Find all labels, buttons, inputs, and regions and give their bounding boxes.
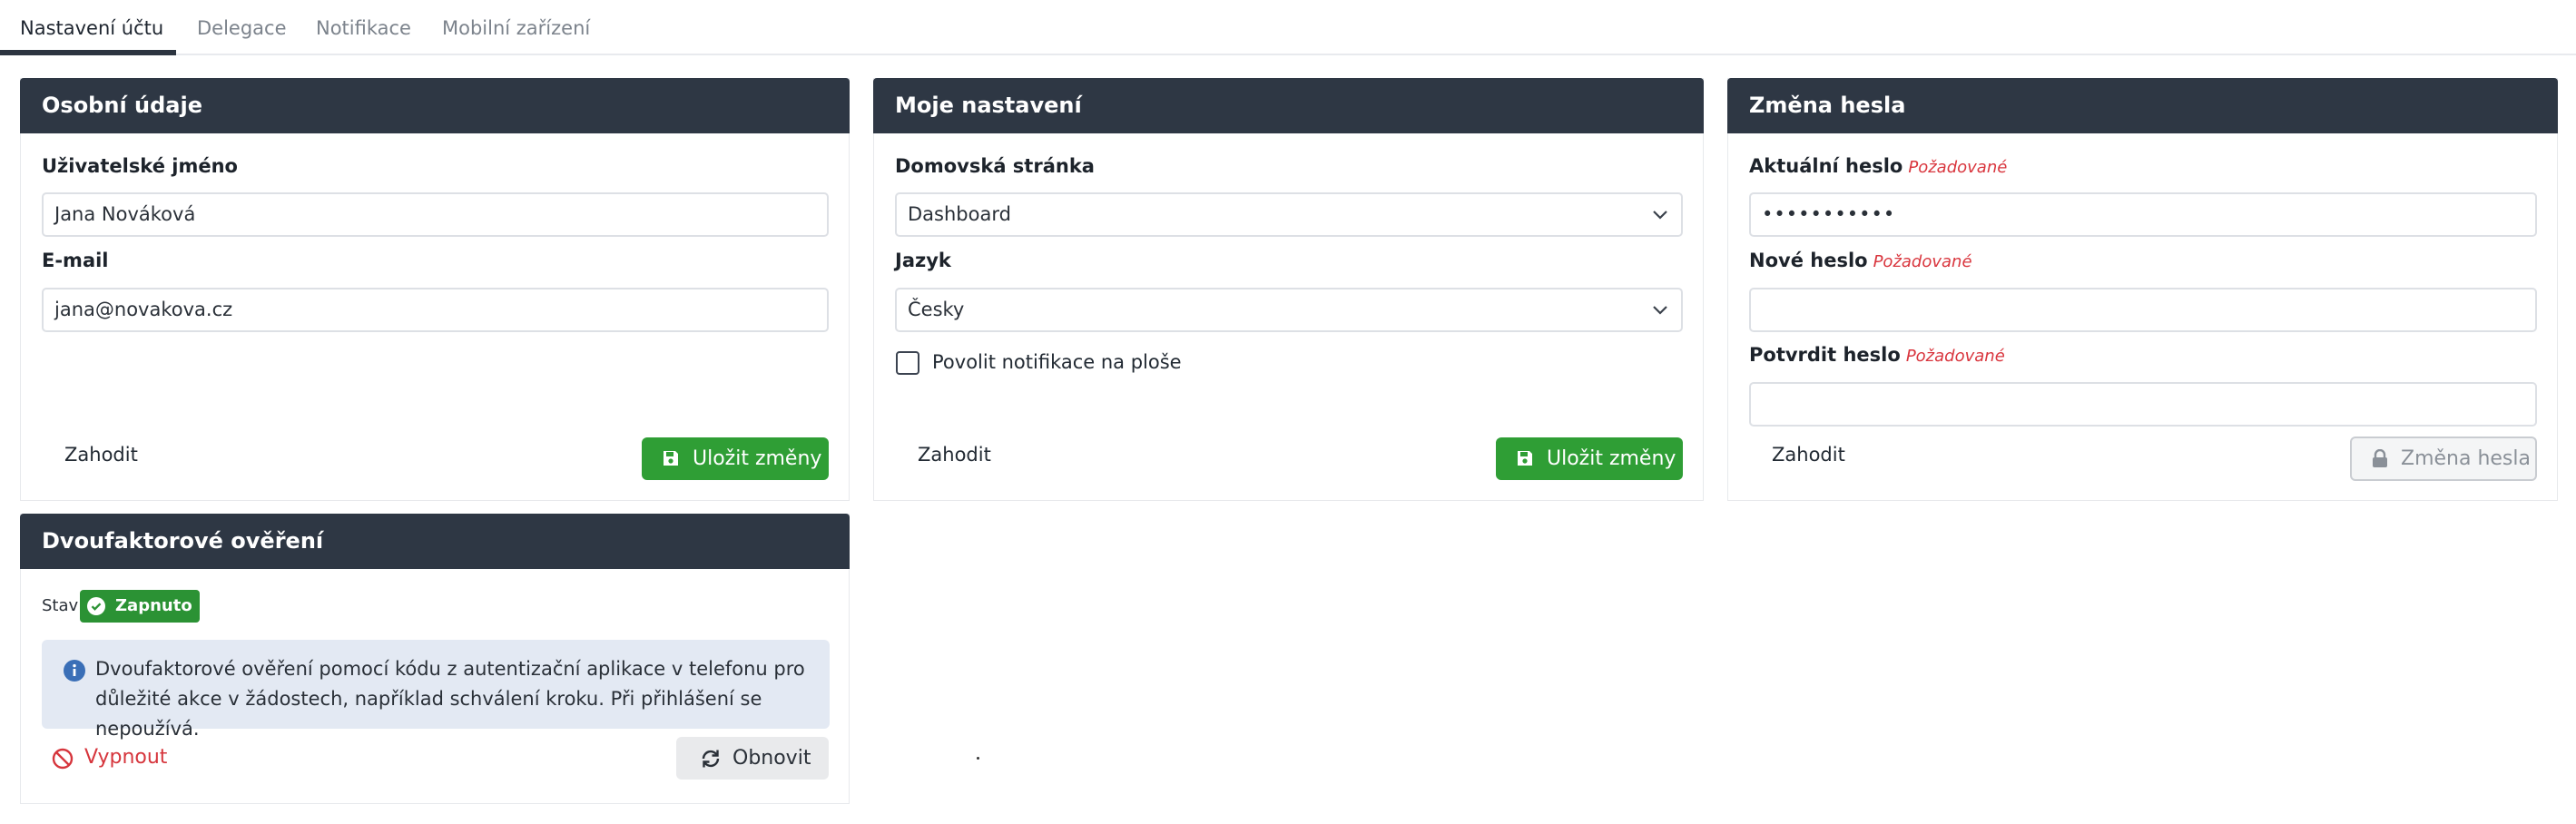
username-field[interactable]: Jana Nováková [42, 192, 829, 237]
change-password-button[interactable]: Změna hesla [2350, 437, 2537, 481]
info-text: Dvoufaktorové ověření pomocí kódu z aute… [95, 658, 805, 740]
current-password-label: Aktuální heslo Požadované [1749, 155, 2007, 177]
my-settings-title: Moje nastavení [873, 78, 1704, 133]
required-marker: Požadované [1873, 252, 1972, 271]
refresh-icon [702, 750, 720, 768]
save-icon [664, 451, 678, 466]
save-icon [1518, 451, 1532, 466]
stray-dot [977, 757, 979, 760]
email-label: E-mail [42, 250, 109, 271]
required-marker: Požadované [1905, 347, 2005, 366]
confirm-password-field[interactable] [1749, 382, 2537, 427]
status-badge-text: Zapnuto [115, 596, 192, 615]
settings-discard-button[interactable]: Zahodit [918, 444, 991, 466]
disable-two-factor-button[interactable]: Vypnout [52, 746, 168, 770]
refresh-button[interactable]: Obnovit [676, 737, 829, 780]
settings-save-label: Uložit změny [1547, 447, 1676, 470]
email-field[interactable]: jana@novakova.cz [42, 288, 829, 332]
personal-discard-button[interactable]: Zahodit [64, 444, 138, 466]
personal-info-card: Osobní údaje Uživatelské jméno Jana Nová… [20, 78, 850, 501]
chevron-down-icon [1653, 211, 1667, 220]
language-select[interactable]: Česky [895, 288, 1683, 332]
personal-save-label: Uložit změny [693, 447, 822, 470]
required-marker: Požadované [1908, 158, 2008, 177]
password-discard-button[interactable]: Zahodit [1772, 444, 1845, 466]
status-badge: Zapnuto [80, 590, 200, 623]
refresh-label: Obnovit [732, 747, 811, 770]
tab-bar: Nastavení účtu Delegace Notifikace Mobil… [0, 0, 2576, 55]
two-factor-card: Dvoufaktorové ověření Stav Zapnuto Dvouf… [20, 514, 850, 804]
tab-mobile-devices[interactable]: Mobilní zařízení [442, 0, 590, 55]
tab-account-settings[interactable]: Nastavení účtu [20, 0, 163, 55]
tab-delegation[interactable]: Delegace [197, 0, 287, 55]
new-password-label: Nové heslo Požadované [1749, 250, 1972, 271]
personal-save-button[interactable]: Uložit změny [642, 437, 829, 480]
tab-notifications[interactable]: Notifikace [316, 0, 411, 55]
active-tab-indicator [0, 50, 176, 55]
lock-icon [2373, 449, 2387, 467]
current-password-field[interactable]: ••••••••••• [1749, 192, 2537, 237]
ban-icon [52, 748, 74, 770]
check-circle-icon [87, 597, 105, 615]
change-password-title: Změna hesla [1727, 78, 2558, 133]
desktop-notifications-label: Povolit notifikace na ploše [932, 351, 1182, 373]
language-label: Jazyk [895, 250, 951, 271]
current-password-label-text: Aktuální heslo [1749, 155, 1903, 177]
homepage-select-value: Dashboard [908, 203, 1011, 225]
chevron-down-icon [1653, 306, 1667, 315]
info-alert: Dvoufaktorové ověření pomocí kódu z aute… [42, 640, 830, 740]
language-select-value: Česky [908, 299, 965, 320]
homepage-label: Domovská stránka [895, 155, 1095, 177]
status-label: Stav [42, 596, 79, 615]
confirm-password-label-text: Potvrdit heslo [1749, 344, 1901, 366]
change-password-label: Změna hesla [2401, 447, 2531, 470]
two-factor-title: Dvoufaktorové ověření [20, 514, 850, 569]
new-password-label-text: Nové heslo [1749, 250, 1868, 271]
my-settings-card: Moje nastavení Domovská stránka Dashboar… [873, 78, 1704, 501]
confirm-password-label: Potvrdit heslo Požadované [1749, 344, 2005, 366]
change-password-card: Změna hesla Aktuální heslo Požadované •••… [1727, 78, 2558, 501]
info-icon [64, 660, 85, 682]
desktop-notifications-checkbox[interactable] [896, 351, 919, 375]
disable-two-factor-label: Vypnout [84, 746, 168, 769]
settings-save-button[interactable]: Uložit změny [1496, 437, 1683, 480]
personal-info-title: Osobní údaje [20, 78, 850, 133]
new-password-field[interactable] [1749, 288, 2537, 332]
username-label: Uživatelské jméno [42, 155, 238, 177]
homepage-select[interactable]: Dashboard [895, 192, 1683, 237]
